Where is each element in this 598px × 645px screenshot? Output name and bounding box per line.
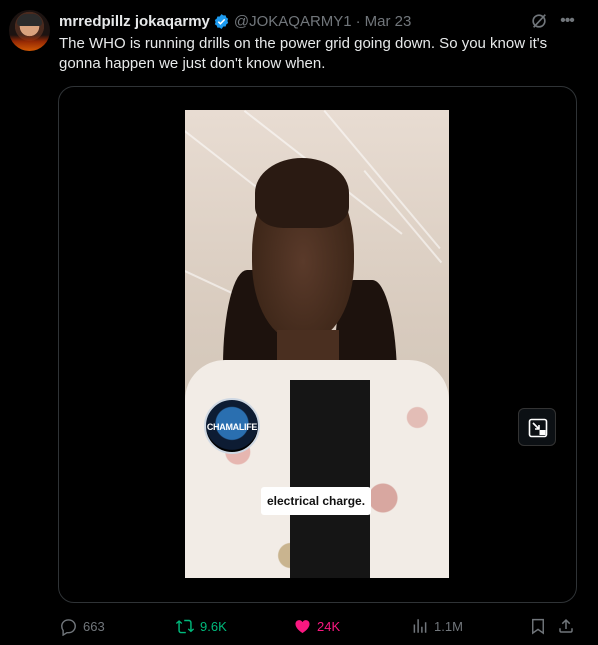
watermark-text: CHAMALIFE bbox=[206, 422, 258, 432]
views-count: 1.1M bbox=[434, 618, 463, 634]
grok-icon[interactable] bbox=[530, 12, 548, 30]
repost-button[interactable]: 9.6K bbox=[175, 612, 227, 640]
verified-badge-icon bbox=[214, 13, 229, 29]
like-count: 24K bbox=[317, 618, 341, 634]
reply-count: 663 bbox=[83, 618, 105, 634]
views-icon bbox=[413, 619, 427, 633]
author-name[interactable]: mrredpillz jokaqarmy bbox=[59, 13, 210, 30]
share-button[interactable] bbox=[557, 612, 580, 640]
views-button[interactable]: 1.1M bbox=[411, 612, 463, 640]
reply-icon bbox=[61, 618, 76, 636]
picture-in-picture-button[interactable] bbox=[518, 408, 556, 446]
bookmark-icon bbox=[532, 618, 544, 635]
separator-dot: · bbox=[355, 12, 361, 30]
video-caption: electrical charge. bbox=[261, 487, 372, 515]
more-icon[interactable]: ••• bbox=[557, 12, 577, 30]
author-avatar[interactable] bbox=[9, 10, 50, 51]
repost-count: 9.6K bbox=[200, 618, 227, 634]
media-container[interactable]: CHAMALIFE electrical charge. bbox=[58, 86, 577, 603]
tweet-date[interactable]: Mar 23 bbox=[365, 13, 412, 30]
bookmark-button[interactable] bbox=[529, 612, 552, 640]
pip-icon bbox=[528, 418, 548, 438]
tweet-text: The WHO is running drills on the power g… bbox=[59, 35, 548, 72]
like-button[interactable]: 24K bbox=[293, 612, 340, 640]
repost-icon bbox=[175, 619, 195, 633]
author-handle[interactable]: @JOKAQARMY1 bbox=[234, 13, 352, 30]
channel-watermark-logo: CHAMALIFE bbox=[204, 398, 260, 454]
video-frame[interactable]: CHAMALIFE electrical charge. bbox=[185, 110, 449, 578]
tweet-actions-bar: 663 9.6K 24K 1.1M bbox=[0, 612, 598, 640]
like-icon bbox=[295, 619, 310, 633]
reply-button[interactable]: 663 bbox=[59, 612, 105, 640]
tweet-header: mrredpillz jokaqarmy @JOKAQARMY1 · Mar 2… bbox=[59, 11, 411, 31]
share-icon bbox=[559, 618, 573, 633]
